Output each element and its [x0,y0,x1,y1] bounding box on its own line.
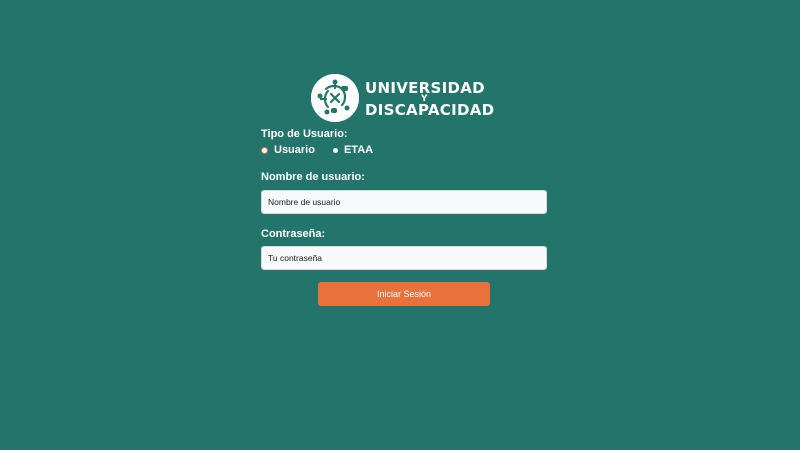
radio-label-etaa: ETAA [343,144,374,156]
puzzle-people-icon [311,74,359,122]
radio-unselected-icon[interactable] [332,147,338,153]
user-type-radio-group: Usuario ETAA [261,143,373,157]
username-label: Nombre de usuario: [261,171,365,183]
username-input[interactable] [261,190,547,214]
user-type-label: Tipo de Usuario: [261,128,348,140]
login-page: UNIVERSIDAD Y DISCAPACIDAD Tipo de Usuar… [0,0,800,450]
radio-selected-icon[interactable] [261,146,268,154]
login-button[interactable]: Iniciar Sesión [318,282,490,306]
logo-line-2: DISCAPACIDAD [365,101,495,119]
password-input[interactable] [261,246,547,270]
radio-label-usuario: Usuario [274,144,315,156]
radio-option-etaa[interactable]: ETAA [332,144,374,156]
password-label: Contraseña: [261,228,326,240]
university-logo: UNIVERSIDAD Y DISCAPACIDAD [311,73,494,123]
radio-option-usuario[interactable]: Usuario [261,144,315,156]
logo-wordmark: UNIVERSIDAD Y DISCAPACIDAD [365,75,494,121]
